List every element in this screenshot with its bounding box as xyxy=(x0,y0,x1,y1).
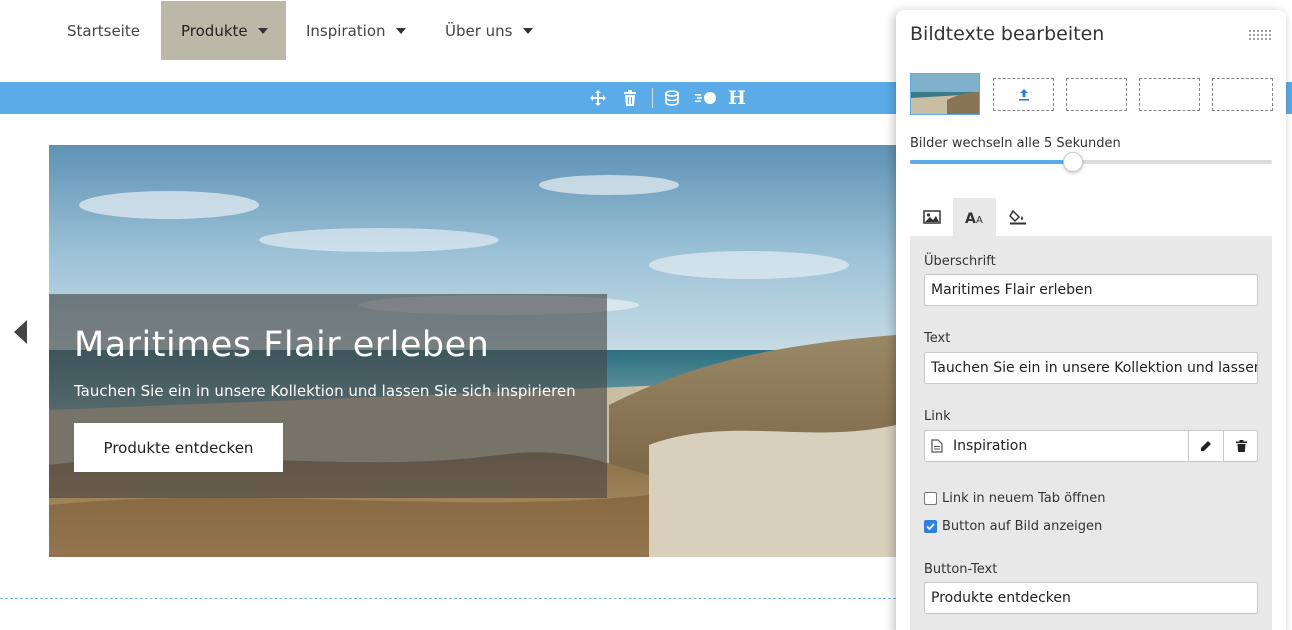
toolbar-divider xyxy=(652,88,653,108)
link-field[interactable]: Inspiration xyxy=(924,430,1258,462)
svg-text:A: A xyxy=(976,215,983,224)
new-tab-checkbox[interactable] xyxy=(924,492,937,505)
checkmark-icon xyxy=(926,523,935,531)
show-button-checkbox-row[interactable]: Button auf Bild anzeigen xyxy=(924,519,1102,534)
nav-item-produkte[interactable]: Produkte xyxy=(161,1,286,60)
previous-slide-arrow-icon[interactable] xyxy=(14,320,27,344)
link-label: Link xyxy=(924,409,951,424)
edit-link-button[interactable] xyxy=(1188,431,1223,461)
hero-slider: Maritimes Flair erleben Tauchen Sie ein … xyxy=(49,145,896,557)
hero-title: Maritimes Flair erleben xyxy=(74,325,490,365)
heading-input[interactable]: Maritimes Flair erleben xyxy=(924,274,1258,306)
nav-item-label: Inspiration xyxy=(306,21,386,40)
upload-slide-slot[interactable] xyxy=(993,78,1054,111)
move-icon[interactable] xyxy=(588,88,608,108)
empty-slide-slot[interactable] xyxy=(1066,78,1127,111)
nav-item-ueber-uns[interactable]: Über uns xyxy=(445,1,533,60)
text-settings-form: Überschrift Maritimes Flair erleben Text… xyxy=(910,236,1272,630)
trash-icon[interactable] xyxy=(620,88,640,108)
section-divider xyxy=(0,598,896,599)
tab-text[interactable]: AA xyxy=(953,198,996,236)
tab-color[interactable] xyxy=(996,198,1039,236)
text-input[interactable]: Tauchen Sie ein in unsere Kollektion und… xyxy=(924,352,1258,384)
button-text-input[interactable]: Produkte entdecken xyxy=(924,582,1258,614)
beach-thumbnail-image xyxy=(911,74,979,114)
pencil-icon xyxy=(1201,441,1211,451)
drag-handle-icon[interactable] xyxy=(1248,29,1272,41)
new-tab-checkbox-row[interactable]: Link in neuem Tab öffnen xyxy=(924,491,1106,506)
interval-label: Bilder wechseln alle 5 Sekunden xyxy=(910,136,1121,151)
hero-subtitle: Tauchen Sie ein in unsere Kollektion und… xyxy=(74,382,576,400)
fill-color-icon xyxy=(1008,209,1026,225)
text-size-icon: AA xyxy=(965,211,983,224)
nav-item-inspiration[interactable]: Inspiration xyxy=(306,1,406,60)
image-icon xyxy=(922,210,941,224)
trash-icon xyxy=(1235,440,1247,452)
text-label: Text xyxy=(924,331,951,346)
edit-image-texts-panel: Bildtexte bearbeiten Bilder wechseln all… xyxy=(896,10,1286,630)
upload-icon xyxy=(1018,88,1029,101)
new-tab-label: Link in neuem Tab öffnen xyxy=(942,491,1106,506)
toggle-icon[interactable] xyxy=(694,88,718,108)
nav-item-startseite[interactable]: Startseite xyxy=(67,1,140,60)
nav-item-label: Produkte xyxy=(181,21,248,40)
caret-down-icon xyxy=(257,28,268,34)
show-button-label: Button auf Bild anzeigen xyxy=(942,519,1103,534)
tab-image[interactable] xyxy=(910,198,953,236)
interval-slider[interactable] xyxy=(910,152,1272,172)
nav-item-label: Über uns xyxy=(445,21,513,40)
hero-cta-button[interactable]: Produkte entdecken xyxy=(74,423,283,472)
caret-down-icon xyxy=(395,28,406,34)
panel-title: Bildtexte bearbeiten xyxy=(910,23,1105,45)
slider-fill xyxy=(910,160,1073,164)
delete-link-button[interactable] xyxy=(1223,431,1258,461)
heading-label: Überschrift xyxy=(924,254,996,269)
button-text-label: Button-Text xyxy=(924,562,998,577)
database-icon[interactable] xyxy=(662,88,682,108)
slide-thumbnail-1[interactable] xyxy=(910,73,980,115)
slider-handle[interactable] xyxy=(1063,152,1083,172)
svg-text:A: A xyxy=(965,211,976,224)
empty-slide-slot[interactable] xyxy=(1212,78,1273,111)
nav-item-label: Startseite xyxy=(67,21,140,40)
document-icon xyxy=(931,439,943,453)
empty-slide-slot[interactable] xyxy=(1139,78,1200,111)
heading-icon[interactable]: H xyxy=(727,87,747,109)
show-button-checkbox[interactable] xyxy=(924,520,937,533)
link-value: Inspiration xyxy=(953,438,1028,454)
caret-down-icon xyxy=(522,28,533,34)
